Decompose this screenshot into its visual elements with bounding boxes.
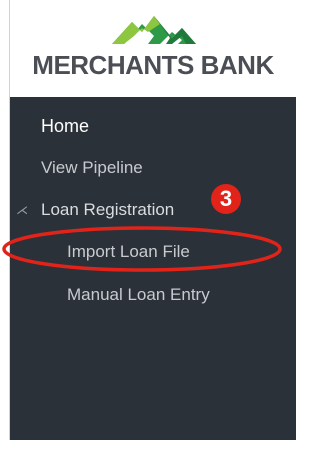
bank-name: MERCHANTS BANK <box>32 50 274 80</box>
app-frame: MERCHANTS BANK Home View Pipeline ⋌ Loan… <box>9 0 296 440</box>
nav-item-home[interactable]: Home <box>41 116 89 137</box>
collapse-caret-icon[interactable]: ⋌ <box>16 203 28 217</box>
nav-item-manual-loan-entry[interactable]: Manual Loan Entry <box>67 285 210 305</box>
sidebar-nav: Home View Pipeline ⋌ Loan Registration I… <box>10 97 296 440</box>
nav-item-loan-registration[interactable]: Loan Registration <box>41 200 174 220</box>
mountain-logo-icon <box>112 16 196 44</box>
nav-item-view-pipeline[interactable]: View Pipeline <box>41 158 143 178</box>
logo-header: MERCHANTS BANK <box>10 0 296 97</box>
nav-item-import-loan-file[interactable]: Import Loan File <box>67 242 190 262</box>
step-number-badge: 3 <box>211 184 241 214</box>
